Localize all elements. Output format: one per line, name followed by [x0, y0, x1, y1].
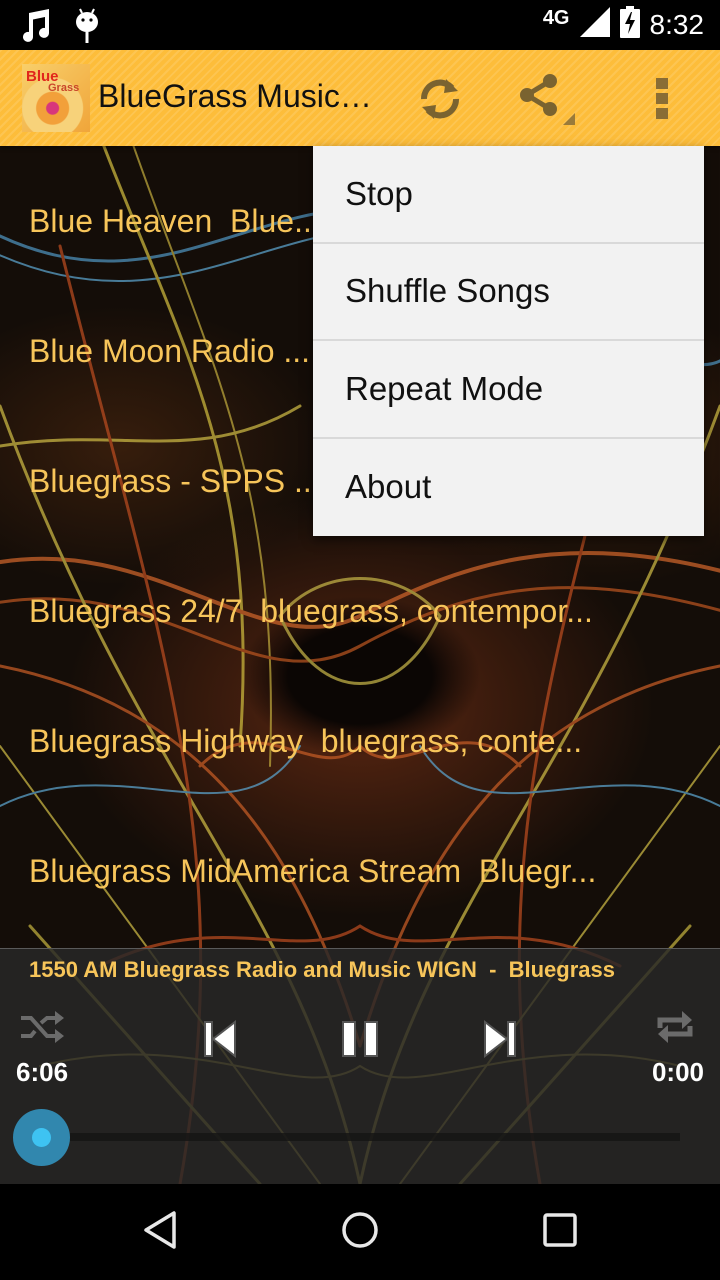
cell-signal-icon — [579, 7, 610, 42]
player-panel: 1550 AM Bluegrass Radio and Music WIGN -… — [0, 948, 720, 1184]
share-button[interactable] — [520, 74, 575, 125]
menu-item-shuffle-songs[interactable]: Shuffle Songs — [313, 244, 704, 341]
back-button[interactable] — [130, 1204, 190, 1260]
menu-item-about[interactable]: About — [313, 439, 704, 537]
clock: 8:32 — [649, 8, 705, 40]
station-label: Blue Moon Radio ... — [29, 332, 311, 369]
network-type: 4G — [542, 7, 570, 29]
station-item[interactable]: Bluegrass 24/7 bluegrass, contempor... — [0, 546, 720, 676]
next-icon — [483, 1019, 517, 1063]
station-item[interactable]: Bluegrass Highway bluegrass, conte... — [0, 676, 720, 806]
app-logo[interactable]: Blue Grass — [22, 64, 90, 132]
repeat-button[interactable] — [652, 1007, 698, 1051]
back-icon — [142, 1210, 178, 1255]
more-options-button[interactable] — [638, 74, 688, 124]
shuffle-icon — [21, 1010, 65, 1049]
logo-text-secondary: Grass — [48, 82, 80, 94]
station-label: Blue Heaven Blue... — [29, 202, 321, 239]
home-button[interactable] — [330, 1204, 390, 1260]
navigation-bar — [0, 1184, 720, 1280]
elapsed-time: 6:06 — [16, 1057, 69, 1087]
android-debug-icon — [74, 8, 100, 49]
action-bar: Blue Grass BlueGrass Music Radio — [0, 50, 720, 146]
station-label: Bluegrass MidAmerica Stream Bluegr... — [29, 852, 597, 889]
duration-time: 0:00 — [651, 1057, 704, 1087]
overflow-menu: Stop Shuffle Songs Repeat Mode About — [313, 146, 704, 536]
seek-thumb-center — [32, 1128, 51, 1147]
music-note-icon — [20, 9, 52, 48]
seek-thumb[interactable] — [13, 1109, 70, 1166]
pause-icon — [341, 1020, 379, 1063]
next-button[interactable] — [478, 1019, 522, 1063]
station-label: Bluegrass - SPPS ... — [29, 462, 321, 499]
recents-button[interactable] — [530, 1204, 590, 1260]
station-label: Bluegrass 24/7 bluegrass, contempor... — [29, 592, 593, 629]
station-label: Bluegrass Highway bluegrass, conte... — [29, 722, 583, 759]
station-item[interactable]: Bluegrass MidAmerica Stream Bluegr... — [0, 806, 720, 936]
previous-icon — [203, 1019, 237, 1063]
previous-button[interactable] — [198, 1019, 242, 1063]
shuffle-button[interactable] — [18, 1009, 68, 1049]
menu-item-repeat-mode[interactable]: Repeat Mode — [313, 341, 704, 439]
status-bar: 4G 8:32 — [0, 0, 720, 50]
app-title: BlueGrass Music Radio — [98, 78, 373, 114]
home-icon — [341, 1211, 379, 1254]
repeat-icon — [656, 1010, 694, 1049]
pause-button[interactable] — [338, 1019, 382, 1063]
more-vert-icon — [656, 78, 670, 120]
refresh-button[interactable] — [415, 74, 465, 124]
share-icon — [517, 71, 577, 127]
now-playing-title: 1550 AM Bluegrass Radio and Music WIGN -… — [29, 957, 615, 982]
menu-item-stop[interactable]: Stop — [313, 146, 704, 244]
seek-bar[interactable] — [70, 1133, 680, 1141]
battery-charging-icon — [619, 6, 640, 43]
refresh-icon — [416, 75, 464, 123]
recents-icon — [543, 1212, 577, 1252]
